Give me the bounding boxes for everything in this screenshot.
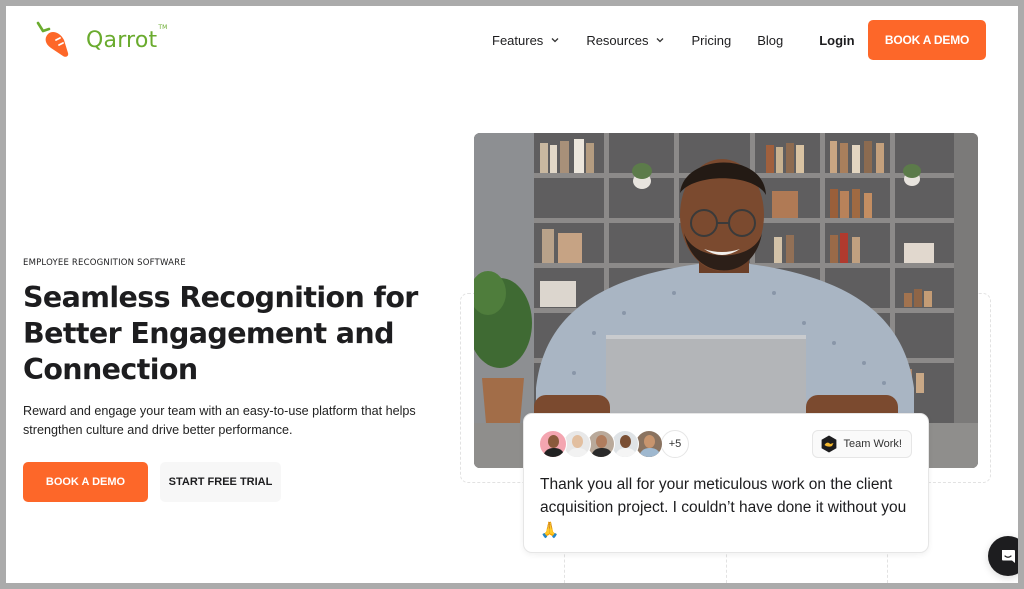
nav-pricing-label: Pricing bbox=[691, 32, 732, 48]
chat-icon bbox=[1002, 550, 1015, 563]
avatar bbox=[635, 430, 663, 458]
hero-book-demo-button[interactable]: BOOK A DEMO bbox=[23, 462, 148, 502]
chevron-down-icon bbox=[551, 38, 559, 43]
nav-resources-label: Resources bbox=[586, 32, 649, 48]
hero-headline: Seamless Recognition for Better Engageme… bbox=[23, 281, 418, 386]
chat-launcher-button[interactable] bbox=[988, 536, 1018, 576]
nav-features-label: Features bbox=[492, 32, 544, 48]
handshake-icon bbox=[821, 435, 836, 453]
main-nav: Features Resources Pricing Blog Login bbox=[492, 20, 879, 60]
nav-blog[interactable]: Blog bbox=[757, 33, 783, 48]
carrot-icon bbox=[36, 21, 69, 57]
recipient-avatars: +5 bbox=[539, 430, 689, 458]
nav-blog-label: Blog bbox=[757, 32, 784, 48]
avatar bbox=[539, 430, 567, 458]
more-recipients-count: +5 bbox=[661, 430, 689, 458]
login-link[interactable]: Login bbox=[819, 33, 854, 48]
hero-subtext: Reward and engage your team with an easy… bbox=[23, 404, 416, 437]
nav-resources[interactable]: Resources bbox=[586, 33, 665, 48]
avatar bbox=[563, 430, 591, 458]
start-free-trial-button[interactable]: START FREE TRIAL bbox=[160, 462, 281, 502]
nav-features[interactable]: Features bbox=[492, 33, 560, 48]
hero-eyebrow: EMPLOYEE RECOGNITION SOFTWARE bbox=[23, 258, 186, 268]
avatar bbox=[587, 430, 615, 458]
team-work-badge: Team Work! bbox=[811, 430, 912, 458]
nav-pricing[interactable]: Pricing bbox=[691, 33, 731, 48]
avatar bbox=[611, 430, 639, 458]
logo-text: QarrotTM bbox=[86, 23, 168, 53]
header-book-demo-button[interactable]: BOOK A DEMO bbox=[868, 20, 986, 60]
badge-label: Team Work! bbox=[843, 438, 902, 450]
recognition-card: +5 Team Work! Thank you all for your met… bbox=[523, 413, 929, 553]
chevron-down-icon bbox=[656, 38, 664, 43]
recognition-message: Thank you all for your meticulous work o… bbox=[540, 476, 907, 539]
logo-link[interactable]: QarrotTM bbox=[34, 20, 168, 60]
page: QarrotTM Features Resources Pricing Blog… bbox=[6, 6, 1018, 583]
